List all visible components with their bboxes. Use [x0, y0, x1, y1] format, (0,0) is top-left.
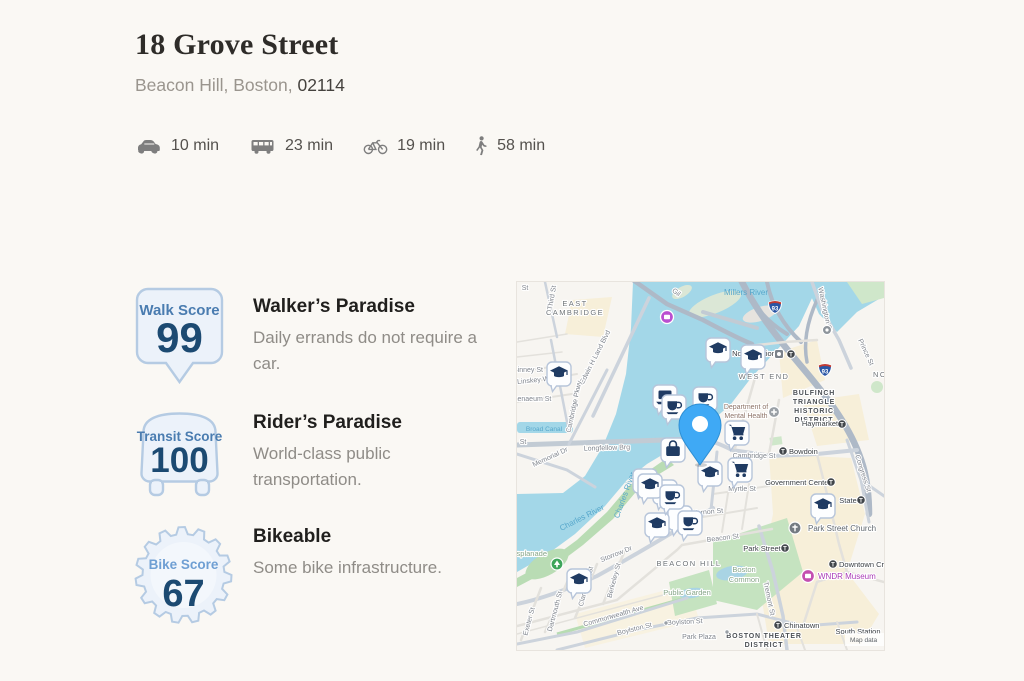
neighborhood-map[interactable]: EASTCAMBRIDGEWEST ENDBULFINCHTRIANGLEHIS… [517, 282, 884, 650]
t-map-icon: T [857, 496, 866, 505]
map-label: Common [729, 575, 759, 584]
map-label: Binney St [517, 367, 543, 374]
dot-map-icon [725, 630, 729, 634]
map-label: Bowdoin [789, 447, 818, 456]
walk-icon [475, 136, 488, 156]
map-label: Esplanade [517, 549, 547, 558]
map-label: Boston [732, 565, 755, 574]
map-label: Broad Canal [526, 426, 563, 433]
map-label: Park Street [743, 544, 781, 553]
t-map-icon: T [787, 350, 796, 359]
walk-score-value: 99 [156, 314, 203, 361]
transit-score-title: Rider’s Paradise [253, 412, 481, 434]
walk-score-badge-icon: Walk Score 99 [133, 286, 226, 387]
commute-transit-label: 23 min [285, 137, 333, 155]
commute-times-row: 10 min 23 min 19 min 58 min [135, 136, 545, 156]
svg-text:93: 93 [822, 370, 829, 376]
wndr-map-icon [802, 570, 815, 583]
map-label: NOR [873, 370, 884, 379]
commute-walk: 58 min [475, 136, 545, 156]
transit-score-badge-icon: Transit Score 100 [133, 406, 226, 501]
transit-score-row: Transit Score 100 Rider’s Paradise World… [133, 402, 503, 506]
svg-text:T: T [776, 624, 780, 630]
map-label: CAMBRIDGE [546, 308, 604, 317]
bus-icon [249, 138, 276, 155]
commute-bike-label: 19 min [397, 137, 445, 155]
t-map-icon: T [827, 478, 836, 487]
map-label: Government Center [765, 478, 831, 487]
map-label: Department of [724, 404, 768, 411]
map-label: Public Garden [663, 588, 711, 597]
map-label: TRIANGLE [793, 399, 835, 406]
scores-section: Walk Score 99 Walker’s Paradise Daily er… [133, 286, 503, 642]
svg-text:T: T [829, 481, 833, 487]
bike-score-badge-icon: Bike Score 67 [133, 522, 234, 627]
listing-header: 18 Grove Street Beacon Hill, Boston, 021… [135, 28, 345, 96]
map-label: Downtown Cros [839, 560, 884, 569]
map-label: Mental Health [724, 413, 767, 420]
map-attribution-text: Map data [850, 637, 877, 644]
listing-location: Beacon Hill, Boston, 02114 [135, 75, 345, 96]
map-label: Park Plaza [682, 634, 716, 641]
hosp-map-icon [769, 407, 780, 418]
zip-code: 02114 [297, 75, 344, 95]
walk-score-description: Daily errands do not require a car. [253, 325, 481, 378]
map-label: Chinatown [784, 621, 819, 630]
map-label: Haymarket [802, 419, 839, 428]
dot-map-icon [664, 621, 668, 625]
svg-text:T: T [781, 450, 785, 456]
t-map-icon: T [781, 544, 790, 553]
svg-text:T: T [859, 499, 863, 505]
map-label: WNDR Museum [818, 572, 876, 581]
bike-score-value: 67 [162, 573, 204, 615]
transit-score-value: 100 [150, 441, 208, 480]
map-label: Millers River [724, 288, 768, 297]
map-label: HISTORIC [794, 408, 834, 415]
ferry-map-icon [823, 326, 832, 335]
svg-text:T: T [789, 353, 793, 359]
t-map-icon: T [774, 621, 783, 630]
bike-score-row: Bike Score 67 Bikeable Some bike infrast… [133, 516, 503, 632]
svg-text:T: T [783, 547, 787, 553]
svg-text:T: T [840, 423, 844, 429]
map-label: BOSTON THEATER [726, 633, 802, 640]
map-label: DISTRICT [745, 642, 784, 649]
commute-bike: 19 min [363, 137, 445, 155]
t-map-icon: T [829, 560, 838, 569]
bike-icon [363, 138, 388, 155]
t-map-icon: T [838, 420, 847, 429]
map-label: St [520, 439, 527, 446]
map-label: EAST [562, 299, 587, 308]
svg-text:93: 93 [772, 307, 779, 313]
walk-score-title: Walker’s Paradise [253, 296, 481, 318]
commute-walk-label: 58 min [497, 137, 545, 155]
svg-text:T: T [831, 563, 835, 569]
map-label: Myrtle St [728, 486, 756, 493]
bike-score-title: Bikeable [253, 526, 442, 548]
t-map-icon: T [779, 447, 788, 456]
tree-map-icon [551, 558, 563, 570]
museum-map-icon [661, 311, 674, 324]
map-label: BEACON HILL [657, 559, 722, 568]
map-label: Park Street Church [808, 524, 876, 533]
transit-score-description: World-class public transportation. [253, 441, 481, 494]
neighborhood-city: Beacon Hill, Boston, [135, 75, 293, 95]
church-map-icon [789, 522, 801, 534]
page-title: 18 Grove Street [135, 28, 345, 62]
map-label: Athenaeum St [517, 396, 551, 403]
commute-drive: 10 min [135, 137, 219, 155]
map-label: St [522, 285, 529, 292]
map-label: BULFINCH [793, 390, 835, 397]
commute-drive-label: 10 min [171, 137, 219, 155]
commute-transit: 23 min [249, 137, 333, 155]
walk-score-row: Walk Score 99 Walker’s Paradise Daily er… [133, 286, 503, 392]
bike-score-description: Some bike infrastructure. [253, 555, 442, 581]
bike-score-badge-label: Bike Score [149, 557, 219, 572]
car-icon [135, 138, 162, 155]
map-attribution: Map data [845, 633, 884, 646]
rail-map-icon [775, 350, 784, 359]
map-label: State [839, 496, 857, 505]
